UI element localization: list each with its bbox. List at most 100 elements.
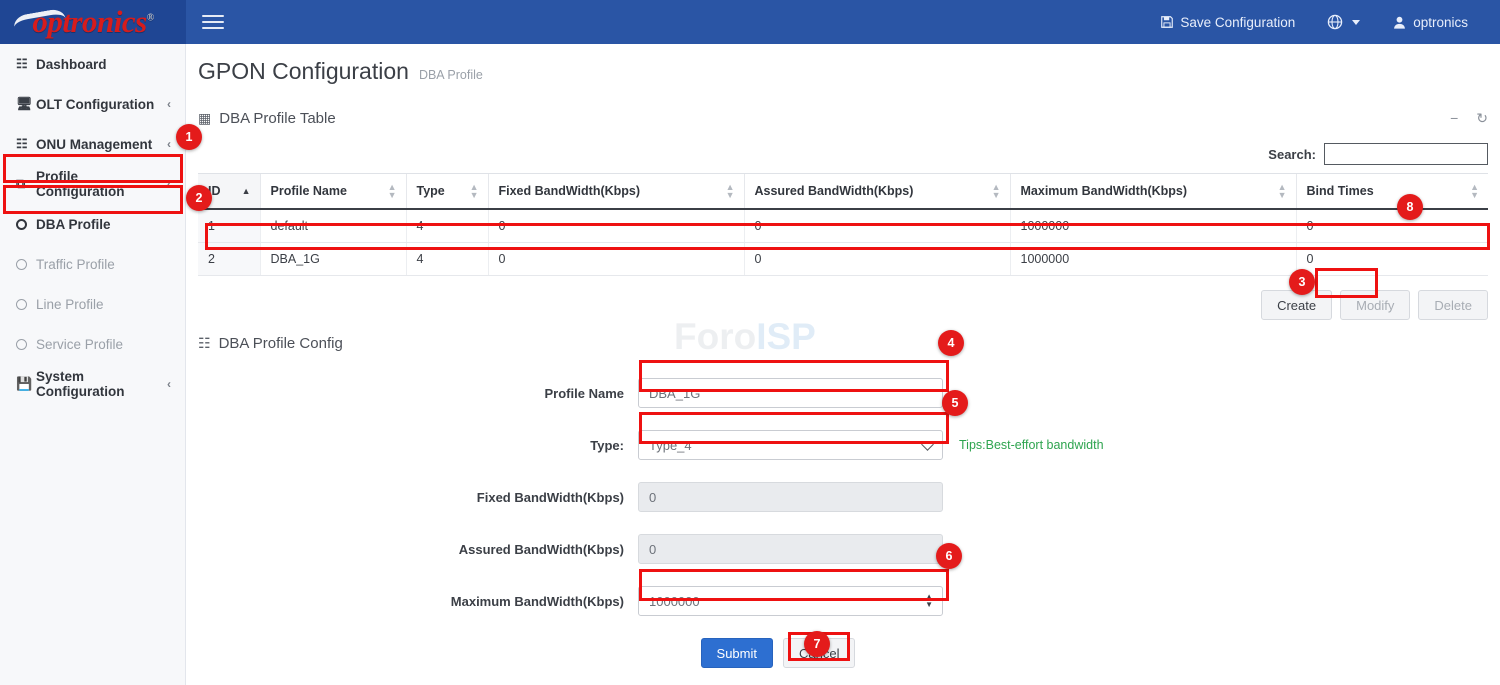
annotation-badge-7: 7	[804, 631, 830, 657]
table-header-row: ID ▲ Profile Name ▲▼ Type ▲▼ Fixed Ban	[198, 174, 1488, 210]
save-configuration-button[interactable]: Save Configuration	[1144, 0, 1311, 44]
type-select-field[interactable]	[638, 430, 943, 460]
table-search-row: Search:	[198, 143, 1488, 165]
cell-type: 4	[406, 243, 488, 276]
create-button[interactable]: Create	[1261, 290, 1332, 320]
column-header-profile-name[interactable]: Profile Name ▲▼	[260, 174, 406, 210]
type-select-value[interactable]	[649, 438, 932, 453]
config-panel-header: ☷ DBA Profile Config	[198, 326, 1488, 360]
sidebar-item-profile-configuration[interactable]: ⧉ Profile Configuration ‹	[0, 164, 185, 204]
annotation-badge-1: 1	[176, 124, 202, 150]
sitemap-icon: ☷	[198, 335, 211, 352]
sidebar-item-dashboard[interactable]: ☷ Dashboard	[0, 44, 185, 84]
page-header: GPON Configuration DBA Profile	[186, 44, 1500, 95]
sitemap-icon: ☷	[16, 136, 36, 152]
sort-icon: ▲▼	[1278, 183, 1287, 199]
profile-name-input[interactable]	[649, 386, 932, 401]
monitor-icon: 🖥	[16, 96, 36, 112]
column-label: Fixed BandWidth(Kbps)	[499, 184, 641, 198]
sidebar-item-olt-configuration[interactable]: 🖥 OLT Configuration ‹	[0, 84, 185, 124]
column-label: Profile Name	[271, 184, 347, 198]
sidebar-item-onu-management[interactable]: ☷ ONU Management ‹	[0, 124, 185, 164]
number-stepper-icon[interactable]: ▲ ▼	[925, 594, 933, 608]
sort-icon: ▲▼	[470, 183, 479, 199]
column-header-fixed-bandwidth[interactable]: Fixed BandWidth(Kbps) ▲▼	[488, 174, 744, 210]
copy-icon: ⧉	[16, 176, 36, 192]
table-grid-icon: ▦	[198, 110, 211, 127]
sidebar-subitem-label: DBA Profile	[36, 217, 171, 232]
app-root: optronics® Save Configuration	[0, 0, 1500, 685]
chevron-left-icon: ‹	[167, 97, 171, 111]
floppy-save-icon	[1160, 15, 1174, 29]
sidebar-subitem-label: Service Profile	[36, 337, 171, 352]
cell-bind-times: 0	[1296, 243, 1488, 276]
maximum-bandwidth-input[interactable]	[649, 594, 932, 609]
user-menu[interactable]: optronics	[1376, 0, 1484, 44]
chevron-left-icon: ‹	[167, 177, 171, 191]
modify-button[interactable]: Modify	[1340, 290, 1410, 320]
column-label: Type	[417, 184, 445, 198]
sort-icon: ▲▼	[726, 183, 735, 199]
annotation-badge-8: 8	[1397, 194, 1423, 220]
type-label: Type:	[198, 438, 638, 453]
radio-circle-icon	[16, 299, 27, 310]
profile-name-field[interactable]	[638, 378, 943, 408]
sidebar-item-service-profile[interactable]: Service Profile	[0, 324, 185, 364]
sidebar-item-traffic-profile[interactable]: Traffic Profile	[0, 244, 185, 284]
table-row[interactable]: 1 default 4 0 0 1000000 0	[198, 209, 1488, 243]
radio-circle-icon	[16, 339, 27, 350]
annotation-badge-5: 5	[942, 390, 968, 416]
radio-circle-icon	[16, 219, 27, 230]
sidebar-item-system-configuration[interactable]: 💾 System Configuration ‹	[0, 364, 185, 404]
form-action-buttons: Submit Cancel	[68, 638, 1488, 668]
registered-mark: ®	[147, 13, 154, 24]
column-label: Maximum BandWidth(Kbps)	[1021, 184, 1188, 198]
cell-maximum-bandwidth: 1000000	[1010, 209, 1296, 243]
cell-fixed-bandwidth: 0	[488, 243, 744, 276]
sidebar-item-label: Dashboard	[36, 57, 171, 72]
form-row-profile-name: Profile Name	[198, 378, 1488, 408]
hamburger-icon[interactable]	[202, 11, 224, 33]
panel-tools: − ↻	[1450, 110, 1488, 127]
annotation-badge-3: 3	[1289, 269, 1315, 295]
column-header-type[interactable]: Type ▲▼	[406, 174, 488, 210]
dba-profile-table: ID ▲ Profile Name ▲▼ Type ▲▼ Fixed Ban	[198, 173, 1488, 276]
column-label: Bind Times	[1307, 184, 1374, 198]
column-header-assured-bandwidth[interactable]: Assured BandWidth(Kbps) ▲▼	[744, 174, 1010, 210]
radio-circle-icon	[16, 259, 27, 270]
form-row-fixed-bandwidth: Fixed BandWidth(Kbps)	[198, 482, 1488, 512]
table-action-buttons: Create Modify Delete	[198, 290, 1488, 320]
stepper-down-icon[interactable]: ▼	[925, 602, 933, 608]
chevron-left-icon: ‹	[167, 377, 171, 391]
assured-bandwidth-field	[638, 534, 943, 564]
assured-bandwidth-input	[649, 542, 932, 557]
cell-maximum-bandwidth: 1000000	[1010, 243, 1296, 276]
column-header-maximum-bandwidth[interactable]: Maximum BandWidth(Kbps) ▲▼	[1010, 174, 1296, 210]
sidebar-item-dba-profile[interactable]: DBA Profile	[0, 204, 185, 244]
sidebar: ☷ Dashboard 🖥 OLT Configuration ‹ ☷ ONU …	[0, 44, 186, 685]
search-input[interactable]	[1324, 143, 1488, 165]
top-navbar: optronics® Save Configuration	[0, 0, 1500, 44]
table-body: 1 default 4 0 0 1000000 0 2 DBA_1G 4 0 0	[198, 209, 1488, 276]
submit-button[interactable]: Submit	[701, 638, 773, 668]
dba-profile-form: Profile Name Type: Tips:Best-effort band…	[198, 378, 1488, 668]
column-header-bind-times[interactable]: Bind Times ▲▼	[1296, 174, 1488, 210]
maximum-bandwidth-field[interactable]: ▲ ▼	[638, 586, 943, 616]
language-selector[interactable]	[1311, 0, 1376, 44]
assured-bandwidth-label: Assured BandWidth(Kbps)	[198, 542, 638, 557]
fixed-bandwidth-field	[638, 482, 943, 512]
annotation-badge-4: 4	[938, 330, 964, 356]
delete-button[interactable]: Delete	[1418, 290, 1488, 320]
brand-logo[interactable]: optronics®	[0, 0, 186, 44]
dba-profile-config-panel: ☷ DBA Profile Config Profile Name Type:	[198, 326, 1488, 668]
cell-profile-name: default	[260, 209, 406, 243]
user-name-label: optronics	[1413, 15, 1468, 30]
annotation-badge-2: 2	[186, 185, 212, 211]
refresh-icon[interactable]: ↻	[1476, 110, 1488, 127]
sort-icon: ▲▼	[388, 183, 397, 199]
form-row-maximum-bandwidth: Maximum BandWidth(Kbps) ▲ ▼	[198, 586, 1488, 616]
table-head: ID ▲ Profile Name ▲▼ Type ▲▼ Fixed Ban	[198, 174, 1488, 210]
minimize-icon[interactable]: −	[1450, 110, 1458, 127]
sidebar-item-line-profile[interactable]: Line Profile	[0, 284, 185, 324]
sidebar-subitem-label: Traffic Profile	[36, 257, 171, 272]
